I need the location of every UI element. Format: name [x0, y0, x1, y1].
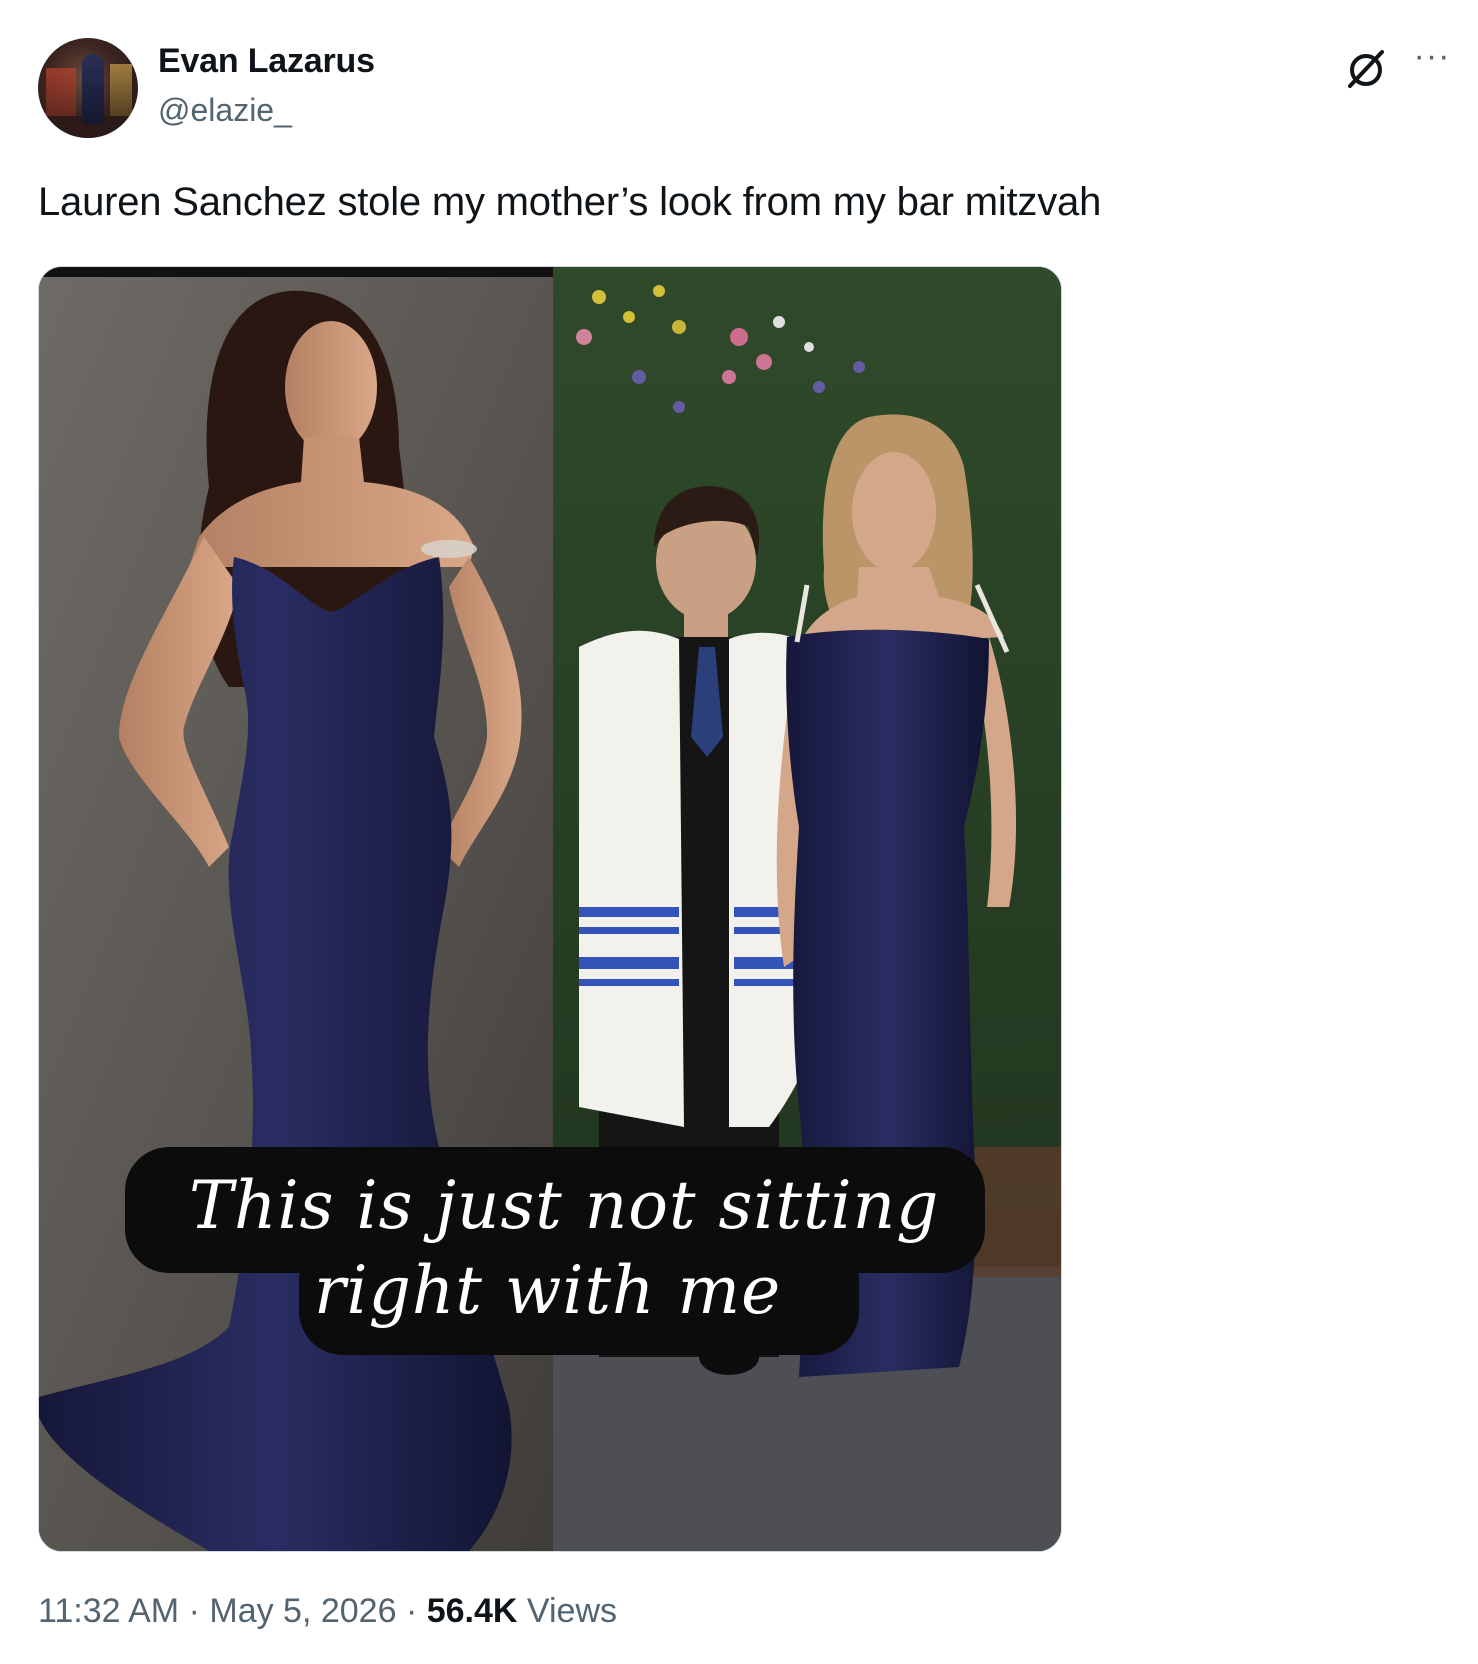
post-date[interactable]: May 5, 2026 [209, 1592, 396, 1630]
avatar-detail [46, 68, 76, 120]
meta-separator: · [188, 1592, 200, 1630]
tweet-meta: 11:32 AM · May 5, 2026 · 56.4K Views [38, 1592, 617, 1631]
avatar-figure [82, 54, 104, 124]
more-options-button[interactable]: ··· [1410, 39, 1454, 80]
author-avatar[interactable] [38, 38, 138, 138]
views-label: Views [526, 1592, 618, 1630]
tweet-image[interactable]: This is just not sitting right with me [38, 266, 1062, 1552]
tweet-text: Lauren Sanchez stole my mother’s look fr… [38, 180, 1102, 224]
meta-separator: · [405, 1592, 418, 1630]
post-time[interactable]: 11:32 AM [38, 1592, 179, 1630]
tweet-card: Evan Lazarus @elazie_ ··· Lauren Sanchez… [0, 0, 1478, 1664]
author-handle[interactable]: @elazie_ [158, 92, 292, 129]
image-illustration [39, 267, 1061, 1551]
author-name[interactable]: Evan Lazarus [158, 42, 375, 81]
avatar-detail [110, 64, 132, 120]
views-count: 56.4K [426, 1592, 518, 1630]
grok-icon[interactable] [1342, 44, 1390, 92]
